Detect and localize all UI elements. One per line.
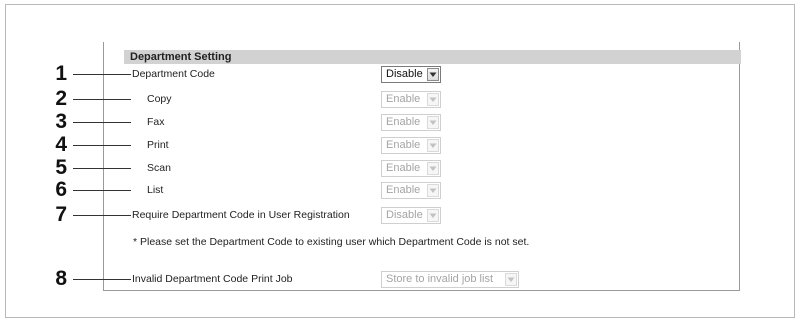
callout-number-3: 3 bbox=[55, 110, 67, 133]
callout-number-7: 7 bbox=[55, 203, 67, 226]
require-department-code-label: Require Department Code in User Registra… bbox=[132, 209, 350, 221]
callout-number-8: 8 bbox=[55, 267, 67, 290]
chevron-down-icon bbox=[505, 273, 517, 286]
invalid-department-code-print-job-label: Invalid Department Code Print Job bbox=[132, 273, 293, 285]
chevron-down-icon bbox=[427, 68, 439, 81]
scan-select-value: Enable bbox=[386, 162, 421, 174]
chevron-down-icon bbox=[427, 93, 439, 106]
callout-leader-2 bbox=[73, 99, 131, 100]
callout-leader-1 bbox=[73, 74, 131, 75]
require-department-code-select: Disable bbox=[381, 207, 441, 224]
invalid-department-code-print-job-select: Store to invalid job list bbox=[381, 271, 519, 288]
print-label: Print bbox=[147, 139, 169, 151]
callout-leader-4 bbox=[73, 145, 131, 146]
chevron-down-icon bbox=[427, 209, 439, 222]
callout-number-6: 6 bbox=[55, 178, 67, 201]
callout-leader-5 bbox=[73, 168, 131, 169]
callout-number-5: 5 bbox=[55, 156, 67, 179]
department-code-select[interactable]: Disable bbox=[381, 66, 441, 83]
section-header: Department Setting bbox=[124, 50, 741, 64]
print-select: Enable bbox=[381, 137, 441, 154]
list-select: Enable bbox=[381, 182, 441, 199]
scan-label: Scan bbox=[147, 162, 171, 174]
callout-leader-7 bbox=[73, 215, 131, 216]
department-code-label: Department Code bbox=[132, 68, 215, 80]
list-label: List bbox=[147, 184, 164, 196]
department-code-select-value: Disable bbox=[386, 68, 423, 80]
callout-number-1: 1 bbox=[55, 62, 67, 85]
department-code-note: * Please set the Department Code to exis… bbox=[133, 236, 530, 248]
callout-leader-3 bbox=[73, 122, 131, 123]
list-select-value: Enable bbox=[386, 184, 421, 196]
chevron-down-icon bbox=[427, 139, 439, 152]
chevron-down-icon bbox=[427, 162, 439, 175]
fax-select-value: Enable bbox=[386, 116, 421, 128]
chevron-down-icon bbox=[427, 184, 439, 197]
callout-number-4: 4 bbox=[55, 133, 67, 156]
copy-select-value: Enable bbox=[386, 93, 421, 105]
copy-select: Enable bbox=[381, 91, 441, 108]
print-select-value: Enable bbox=[386, 139, 421, 151]
fax-select: Enable bbox=[381, 114, 441, 131]
scan-select: Enable bbox=[381, 160, 441, 177]
chevron-down-icon bbox=[427, 116, 439, 129]
callout-leader-8 bbox=[73, 279, 131, 280]
invalid-print-job-select-value: Store to invalid job list bbox=[386, 273, 493, 285]
callout-leader-6 bbox=[73, 190, 131, 191]
require-department-code-select-value: Disable bbox=[386, 209, 423, 221]
fax-label: Fax bbox=[147, 116, 165, 128]
copy-label: Copy bbox=[147, 93, 172, 105]
callout-number-2: 2 bbox=[55, 87, 67, 110]
